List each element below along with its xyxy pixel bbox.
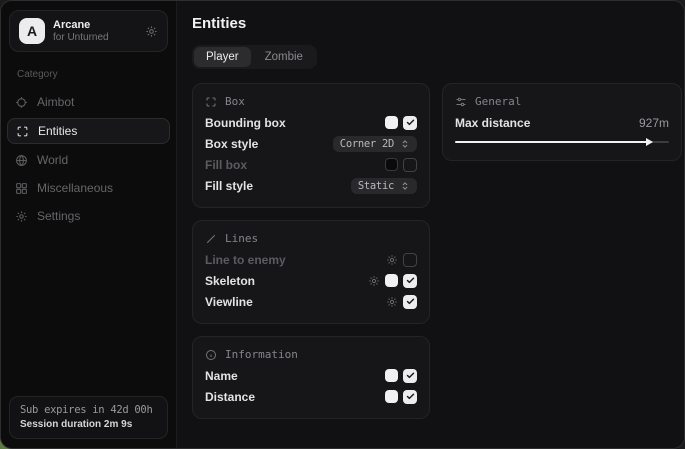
general-section: General Max distance 927m xyxy=(442,83,682,161)
setting-label: Bounding box xyxy=(205,116,286,130)
sidebar-item-label: World xyxy=(37,153,68,167)
setting-label: Skeleton xyxy=(205,274,255,288)
chevron-updown-icon xyxy=(400,139,410,149)
setting-label: Name xyxy=(205,369,238,383)
color-swatch[interactable] xyxy=(385,274,398,287)
app-header-text: Arcane for Unturned xyxy=(53,19,137,44)
setting-label: Fill box xyxy=(205,158,247,172)
info-circle-icon xyxy=(205,349,217,361)
color-swatch[interactable] xyxy=(385,390,398,403)
setting-label: Box style xyxy=(205,137,258,151)
section-title: Box xyxy=(225,95,245,108)
setting-row-bounding-box: Bounding box xyxy=(205,112,417,133)
setting-label: Distance xyxy=(205,390,255,404)
checkbox-checked[interactable] xyxy=(403,390,417,404)
chevron-updown-icon xyxy=(400,181,410,191)
app-window: A Arcane for Unturned Category Aimbot xyxy=(0,0,685,449)
entity-tabs: Player Zombie xyxy=(192,45,317,69)
globe-icon xyxy=(15,154,28,167)
setting-row-fill-style: Fill style Static xyxy=(205,175,417,196)
setting-label: Max distance xyxy=(455,116,530,130)
checkbox-checked[interactable] xyxy=(403,274,417,288)
dropdown-value: Static xyxy=(358,180,394,192)
main-panel: Entities Player Zombie Box xyxy=(177,1,685,448)
settings-gear-icon xyxy=(15,210,28,223)
fill-style-dropdown[interactable]: Static xyxy=(351,178,417,194)
sidebar-item-label: Settings xyxy=(37,209,80,223)
setting-row-skeleton: Skeleton xyxy=(205,270,417,291)
page-title: Entities xyxy=(192,15,682,32)
diagonal-line-icon xyxy=(205,233,217,245)
checkbox-checked[interactable] xyxy=(403,295,417,309)
color-swatch[interactable] xyxy=(385,369,398,382)
setting-label: Viewline xyxy=(205,295,253,309)
lines-section-header: Lines xyxy=(205,232,417,245)
sidebar-item-world[interactable]: World xyxy=(1,146,176,174)
checkbox-unchecked[interactable] xyxy=(403,158,417,172)
row-settings-gear-icon[interactable] xyxy=(386,254,398,266)
grid-icon xyxy=(15,182,28,195)
app-header-card: A Arcane for Unturned xyxy=(9,10,168,52)
color-swatch[interactable] xyxy=(385,158,398,171)
crosshair-icon xyxy=(15,96,28,109)
session-duration-text: Session duration 2m 9s xyxy=(20,419,157,430)
section-title: Lines xyxy=(225,232,258,245)
section-title: Information xyxy=(225,348,298,361)
sidebar-item-entities[interactable]: Entities xyxy=(7,118,170,144)
box-section: Box Bounding box Box style xyxy=(192,83,430,208)
sliders-icon xyxy=(455,96,467,108)
max-distance-slider[interactable] xyxy=(455,137,669,147)
sidebar-item-label: Miscellaneous xyxy=(37,181,113,195)
checkbox-checked[interactable] xyxy=(403,116,417,130)
box-scan-icon xyxy=(16,125,29,138)
sidebar-item-aimbot[interactable]: Aimbot xyxy=(1,88,176,116)
setting-label: Line to enemy xyxy=(205,253,286,267)
box-section-header: Box xyxy=(205,95,417,108)
setting-row-fill-box: Fill box xyxy=(205,154,417,175)
setting-row-max-distance: Max distance 927m xyxy=(455,112,669,133)
app-subtitle: for Unturned xyxy=(53,32,137,44)
general-section-header: General xyxy=(455,95,669,108)
tab-zombie[interactable]: Zombie xyxy=(253,47,315,67)
box-scan-icon xyxy=(205,96,217,108)
checkbox-unchecked[interactable] xyxy=(403,253,417,267)
sidebar: A Arcane for Unturned Category Aimbot xyxy=(1,1,177,448)
setting-row-name: Name xyxy=(205,365,417,386)
category-label: Category xyxy=(17,69,176,80)
dropdown-value: Corner 2D xyxy=(340,138,394,150)
sub-expiry-text: Sub expires in 42d 00h xyxy=(20,404,157,416)
information-section-header: Information xyxy=(205,348,417,361)
tab-player[interactable]: Player xyxy=(194,47,251,67)
setting-row-viewline: Viewline xyxy=(205,291,417,312)
row-settings-gear-icon[interactable] xyxy=(386,296,398,308)
setting-row-line-to-enemy: Line to enemy xyxy=(205,249,417,270)
section-title: General xyxy=(475,95,521,108)
max-distance-value: 927m xyxy=(639,116,669,130)
subscription-card: Sub expires in 42d 00h Session duration … xyxy=(9,396,168,439)
sidebar-item-miscellaneous[interactable]: Miscellaneous xyxy=(1,174,176,202)
checkbox-checked[interactable] xyxy=(403,369,417,383)
information-section: Information Name Distance xyxy=(192,336,430,419)
gear-icon[interactable] xyxy=(145,25,158,38)
color-swatch[interactable] xyxy=(385,116,398,129)
row-settings-gear-icon[interactable] xyxy=(368,275,380,287)
sidebar-item-settings[interactable]: Settings xyxy=(1,202,176,230)
box-style-dropdown[interactable]: Corner 2D xyxy=(333,136,417,152)
sidebar-item-label: Entities xyxy=(38,124,77,138)
setting-row-distance: Distance xyxy=(205,386,417,407)
slider-fill[interactable] xyxy=(455,141,652,143)
setting-label: Fill style xyxy=(205,179,253,193)
setting-row-box-style: Box style Corner 2D xyxy=(205,133,417,154)
sidebar-item-label: Aimbot xyxy=(37,95,74,109)
app-logo: A xyxy=(19,18,45,44)
app-name: Arcane xyxy=(53,19,137,32)
lines-section: Lines Line to enemy xyxy=(192,220,430,324)
